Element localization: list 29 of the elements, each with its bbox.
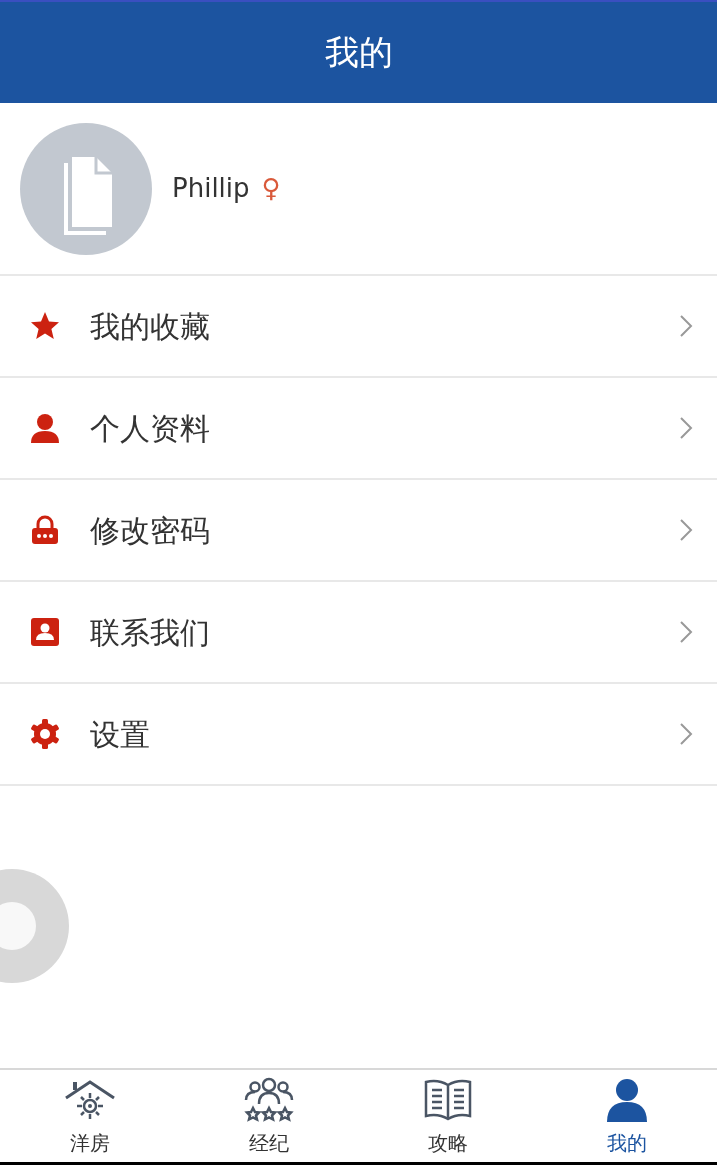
lock-icon	[29, 514, 61, 546]
contact-card-icon	[29, 616, 61, 648]
menu-item[interactable]: 个人资料	[0, 378, 717, 480]
female-symbol-icon: ♀	[261, 169, 281, 208]
settings-icon	[29, 718, 61, 750]
tab[interactable]: 攻略	[358, 1070, 538, 1162]
person-icon	[29, 412, 61, 444]
menu-label: 个人资料	[90, 409, 211, 448]
chevron-right-icon	[679, 416, 693, 440]
menu-label: 修改密码	[90, 511, 211, 550]
tab[interactable]: 经纪	[179, 1070, 359, 1162]
menu-item[interactable]: 修改密码	[0, 480, 717, 582]
menu-item[interactable]: 我的收藏	[0, 276, 717, 378]
page-title: 我的	[324, 31, 393, 74]
floating-button[interactable]	[0, 868, 70, 984]
chevron-right-icon	[679, 314, 693, 338]
menu-label: 我的收藏	[90, 307, 211, 346]
user-name: Phillip	[172, 172, 250, 205]
chevron-right-icon	[679, 518, 693, 542]
menu-label: 设置	[90, 715, 151, 754]
menu-item[interactable]: 联系我们	[0, 582, 717, 684]
chevron-right-icon	[679, 620, 693, 644]
menu-item[interactable]: 设置	[0, 684, 717, 786]
chevron-right-icon	[679, 722, 693, 746]
star-icon	[29, 310, 61, 342]
tab[interactable]: 我的	[537, 1070, 717, 1162]
tab[interactable]: 洋房	[0, 1070, 180, 1162]
menu-label: 联系我们	[90, 613, 211, 652]
avatar-icon	[20, 122, 152, 255]
